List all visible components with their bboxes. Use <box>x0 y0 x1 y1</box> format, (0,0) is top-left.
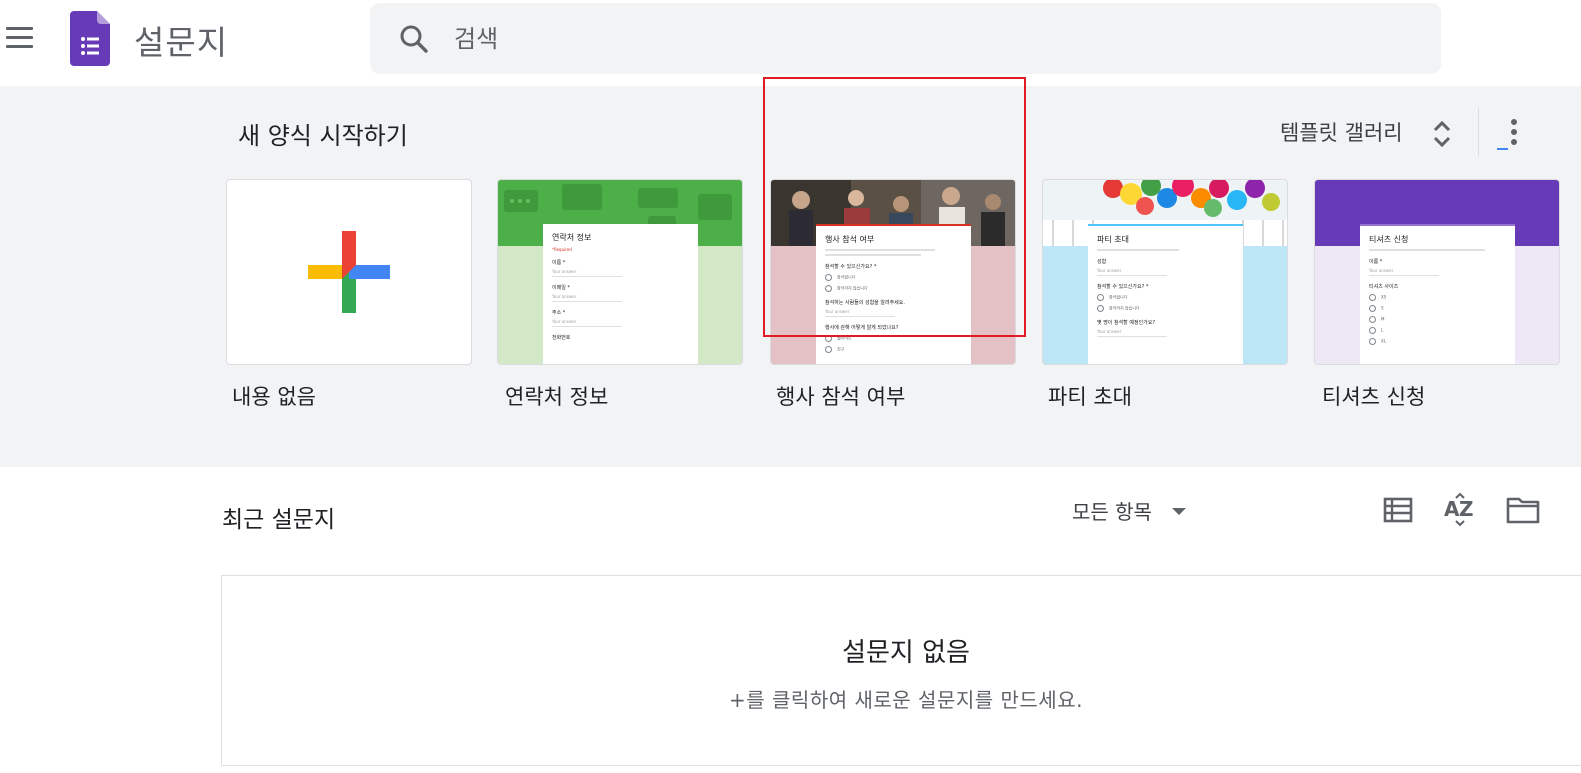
filter-label: 모든 항목 <box>1072 500 1152 524</box>
template-thumbnail[interactable]: 행사 참석 여부 참석할 수 있으신가요? * 참석합니다 참석하지 않습니다 … <box>770 179 1016 365</box>
template-label: 연락처 정보 <box>505 385 609 409</box>
template-gallery-section: 새 양식 시작하기 템플릿 갤러리 내용 없음 연락처 정보 *Required… <box>0 86 1581 467</box>
unfold-more-icon <box>1433 120 1451 148</box>
form-preview: 행사 참석 여부 참석할 수 있으신가요? * 참석합니다 참석하지 않습니다 … <box>816 224 971 364</box>
owner-filter-dropdown[interactable]: 모든 항목 <box>1064 490 1198 530</box>
template-label: 파티 초대 <box>1048 385 1132 409</box>
form-preview: 티셔츠 신청 이름 * Your answer 티셔츠 사이즈 XS S M L… <box>1360 224 1515 364</box>
plus-icon <box>308 231 390 313</box>
forms-logo-icon[interactable] <box>70 11 110 66</box>
template-gallery-label: 템플릿 갤러리 <box>1280 121 1403 145</box>
empty-state-title: 설문지 없음 <box>842 638 970 668</box>
template-thumbnail[interactable] <box>226 179 472 365</box>
app-title: 설문지 <box>134 23 229 62</box>
app-header: 설문지 <box>0 0 1581 86</box>
dropdown-arrow-icon <box>1172 508 1186 515</box>
template-thumbnail[interactable]: 티셔츠 신청 이름 * Your answer 티셔츠 사이즈 XS S M L… <box>1314 179 1560 365</box>
template-label: 행사 참석 여부 <box>776 385 906 409</box>
template-label: 내용 없음 <box>232 385 316 409</box>
template-label: 티셔츠 신청 <box>1322 385 1426 409</box>
section-title: 새 양식 시작하기 <box>238 122 408 150</box>
form-preview: 연락처 정보 *Required 이름 * Your answer 이메일 * … <box>543 224 698 364</box>
search-input[interactable] <box>454 17 1354 61</box>
template-thumbnail[interactable]: 파티 초대 성함 Your answer 참석할 수 있으신가요? * 참석합니… <box>1042 179 1288 365</box>
recent-forms-title: 최근 설문지 <box>222 507 336 533</box>
list-view-icon[interactable] <box>1380 492 1416 528</box>
folder-icon[interactable] <box>1505 492 1541 528</box>
template-thumbnail[interactable]: 연락처 정보 *Required 이름 * Your answer 이메일 * … <box>497 179 743 365</box>
template-gallery-button[interactable]: 템플릿 갤러리 <box>1270 108 1464 156</box>
form-preview: 파티 초대 성함 Your answer 참석할 수 있으신가요? * 참석합니… <box>1088 224 1243 364</box>
empty-state-subtitle: +를 클릭하여 새로운 설문지를 만드세요. <box>729 688 1083 712</box>
template-card-blank[interactable]: 내용 없음 <box>226 179 472 409</box>
focus-indicator <box>1497 148 1508 150</box>
sort-az-icon[interactable]: A Z <box>1442 492 1478 528</box>
template-card-tshirt-signup[interactable]: 티셔츠 신청 이름 * Your answer 티셔츠 사이즈 XS S M L… <box>1314 179 1560 409</box>
svg-text:Z: Z <box>1459 497 1474 521</box>
divider <box>1478 108 1479 156</box>
search-icon[interactable] <box>398 23 430 55</box>
main-menu-icon[interactable] <box>2 24 36 54</box>
template-card-party-invite[interactable]: 파티 초대 성함 Your answer 참석할 수 있으신가요? * 참석합니… <box>1042 179 1288 409</box>
template-card-contact-info[interactable]: 연락처 정보 *Required 이름 * Your answer 이메일 * … <box>497 179 743 409</box>
template-card-event-rsvp[interactable]: 행사 참석 여부 참석할 수 있으신가요? * 참석합니다 참석하지 않습니다 … <box>770 179 1016 409</box>
empty-state-panel: 설문지 없음 +를 클릭하여 새로운 설문지를 만드세요. <box>221 575 1581 766</box>
search-bar[interactable] <box>370 3 1441 74</box>
svg-text:A: A <box>1444 497 1460 521</box>
